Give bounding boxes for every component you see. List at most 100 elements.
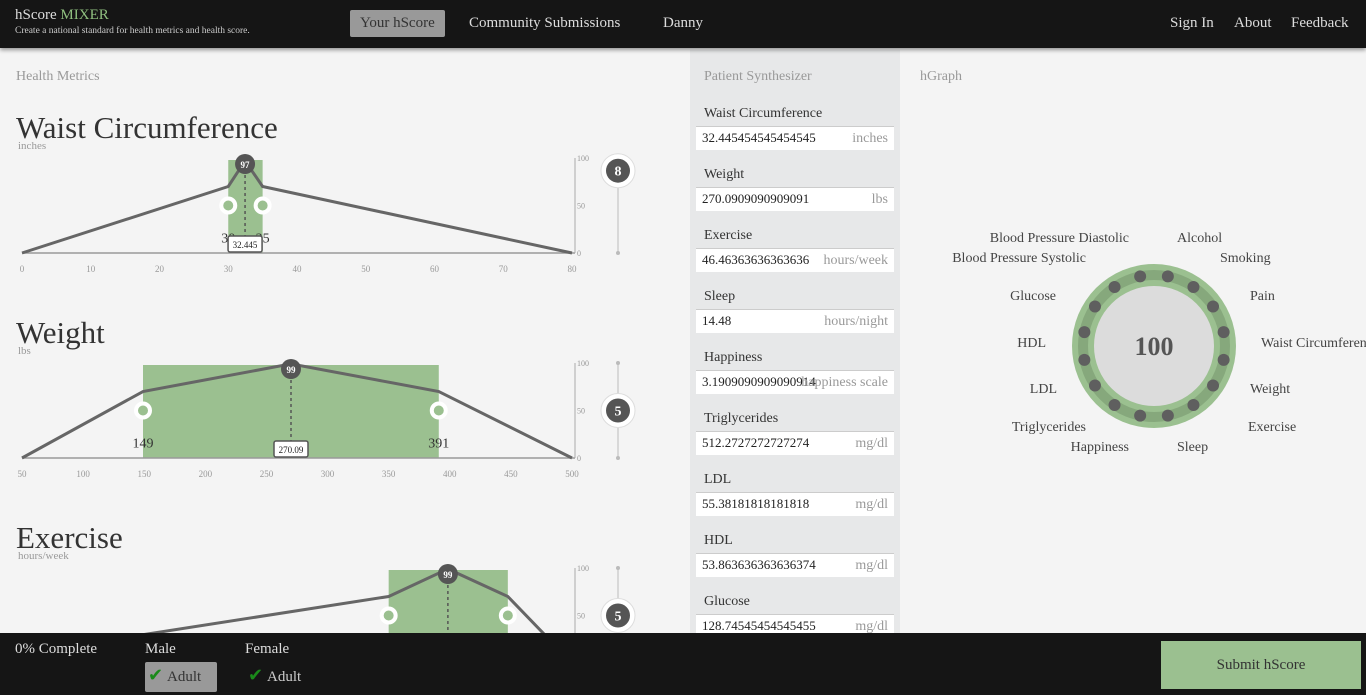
brand-suffix: MIXER — [60, 7, 109, 23]
score-value: 99 — [286, 365, 296, 375]
hgraph-point[interactable] — [1161, 270, 1174, 283]
hgraph-point[interactable] — [1134, 270, 1147, 283]
y-tick-label: 50 — [577, 407, 585, 416]
x-tick-label: 50 — [361, 264, 371, 274]
metric-chart[interactable]: 050100995 — [0, 563, 690, 633]
nav-your-hscore[interactable]: Your hScore — [350, 10, 445, 37]
hgraph-point[interactable] — [1161, 409, 1174, 422]
hgraph-label: Triglycerides — [1012, 420, 1086, 435]
hgraph-label: Pain — [1250, 289, 1275, 304]
score-curve — [21, 158, 573, 255]
metric-title: Waist Circumference — [16, 110, 278, 145]
section-title: Health Metrics — [16, 69, 100, 84]
field-input[interactable]: 512.2727272727274 mg/dl — [696, 431, 894, 455]
weight-value: 8 — [615, 165, 622, 180]
x-tick-label: 150 — [137, 469, 151, 479]
hgraph-point[interactable] — [1088, 300, 1101, 313]
synth-field: LDL 55.38181818181818 mg/dl — [696, 468, 894, 516]
hgraph-point[interactable] — [1108, 280, 1121, 293]
progress-text: 0% Complete — [15, 641, 98, 657]
hgraph-point[interactable] — [1108, 399, 1121, 412]
x-tick-label: 60 — [430, 264, 440, 274]
footer-bar: 0% Complete Male Female ✔ Adult ✔ Adult Su… — [0, 633, 1366, 695]
field-unit: happiness scale — [801, 375, 888, 390]
field-label: LDL — [704, 472, 732, 487]
x-tick-label: 50 — [18, 469, 28, 479]
field-input[interactable]: 14.48 hours/night — [696, 309, 894, 333]
nav-about[interactable]: About — [1224, 10, 1282, 37]
field-label: Sleep — [704, 289, 736, 304]
hgraph-point[interactable] — [1078, 326, 1091, 339]
x-tick-label: 70 — [499, 264, 509, 274]
x-tick-label: 0 — [20, 264, 25, 274]
female-adult-checkbox[interactable]: ✔ Adult — [245, 662, 317, 692]
hgraph-chart[interactable]: 100 Alcohol Smoking Pain Waist Circumference… — [900, 50, 1366, 633]
field-label: Happiness — [704, 350, 763, 365]
field-label: Exercise — [704, 228, 753, 243]
male-label: Male — [145, 641, 176, 657]
range-label: 391 — [428, 437, 449, 452]
x-tick-label: 10 — [86, 264, 96, 274]
field-input[interactable]: 46.46363636363636 hours/week — [696, 248, 894, 272]
submit-hscore-button[interactable]: Submit hScore — [1161, 641, 1361, 689]
y-tick-label: 100 — [577, 359, 589, 368]
nav-community-submissions[interactable]: Community Submissions — [459, 10, 630, 37]
nav-user-danny[interactable]: Danny — [653, 10, 713, 37]
nav-sign-in[interactable]: Sign In — [1160, 10, 1224, 37]
range-handle-dot — [223, 200, 234, 211]
range-handle-dot — [383, 610, 394, 621]
hgraph-point[interactable] — [1187, 399, 1200, 412]
nav-feedback[interactable]: Feedback — [1281, 10, 1358, 37]
hgraph-point[interactable] — [1217, 326, 1230, 339]
hgraph-label: HDL — [1017, 336, 1046, 351]
hgraph-label: Exercise — [1248, 420, 1296, 435]
field-value: 55.38181818181818 — [702, 496, 810, 511]
field-input[interactable]: 55.38181818181818 mg/dl — [696, 492, 894, 516]
metric-chart[interactable]: 05010001020304050607080303532.445978 — [0, 153, 690, 293]
hgraph-label: LDL — [1030, 382, 1057, 397]
x-tick-label: 20 — [155, 264, 165, 274]
checkmark-icon: ✔ — [148, 665, 164, 685]
option-label: Adult — [167, 669, 202, 685]
field-input[interactable]: 128.74545454545455 mg/dl — [696, 614, 894, 633]
section-title: Patient Synthesizer — [704, 69, 812, 84]
metric-unit: lbs — [18, 345, 31, 357]
field-value: 128.74545454545455 — [702, 618, 816, 633]
y-tick-label: 50 — [577, 202, 585, 211]
y-tick-label: 0 — [577, 249, 581, 258]
hgraph-point[interactable] — [1088, 379, 1101, 392]
x-tick-label: 300 — [321, 469, 335, 479]
synth-field: Happiness 3.1909090909090914 happiness sca… — [696, 346, 894, 394]
value-label: 32.445 — [233, 240, 258, 250]
hgraph-label: Waist Circumference — [1261, 336, 1366, 351]
field-value: 53.863636363636374 — [702, 557, 816, 572]
hgraph-point[interactable] — [1217, 353, 1230, 366]
field-input[interactable]: 270.0909090909091 lbs — [696, 187, 894, 211]
hgraph-point[interactable] — [1134, 409, 1147, 422]
range-label: 149 — [133, 437, 154, 452]
female-label: Female — [245, 641, 290, 657]
field-unit: mg/dl — [855, 436, 888, 451]
field-input[interactable]: 53.863636363636374 mg/dl — [696, 553, 894, 577]
slider-end — [616, 456, 620, 460]
weight-value: 5 — [615, 610, 622, 625]
field-input[interactable]: 3.1909090909090914 happiness scale — [696, 370, 894, 394]
metric-chart[interactable]: 0 50 100 50 100 150 200 250 300 350 400 450 500 149 39… — [0, 358, 690, 498]
synth-field: Weight 270.0909090909091 lbs — [696, 163, 894, 211]
x-tick-label: 200 — [199, 469, 213, 479]
synth-field: HDL 53.863636363636374 mg/dl — [696, 529, 894, 577]
male-adult-checkbox[interactable]: ✔ Adult — [145, 662, 217, 692]
field-value: 3.1909090909090914 — [702, 374, 816, 389]
x-tick-label: 450 — [504, 469, 518, 479]
field-label: Glucose — [704, 594, 750, 609]
hgraph-point[interactable] — [1207, 379, 1220, 392]
hgraph-point[interactable] — [1187, 280, 1200, 293]
health-metrics-panel: Health Metrics Waist Circumference inches… — [0, 50, 690, 633]
hgraph-point[interactable] — [1078, 353, 1091, 366]
synth-field: Glucose 128.74545454545455 mg/dl — [696, 590, 894, 633]
brand-logo[interactable]: hScore MIXER — [15, 7, 109, 24]
brand-prefix: hScore — [15, 7, 57, 23]
hgraph-point[interactable] — [1207, 300, 1220, 313]
field-input[interactable]: 32.445454545454545 inches — [696, 126, 894, 150]
field-unit: inches — [852, 131, 888, 146]
